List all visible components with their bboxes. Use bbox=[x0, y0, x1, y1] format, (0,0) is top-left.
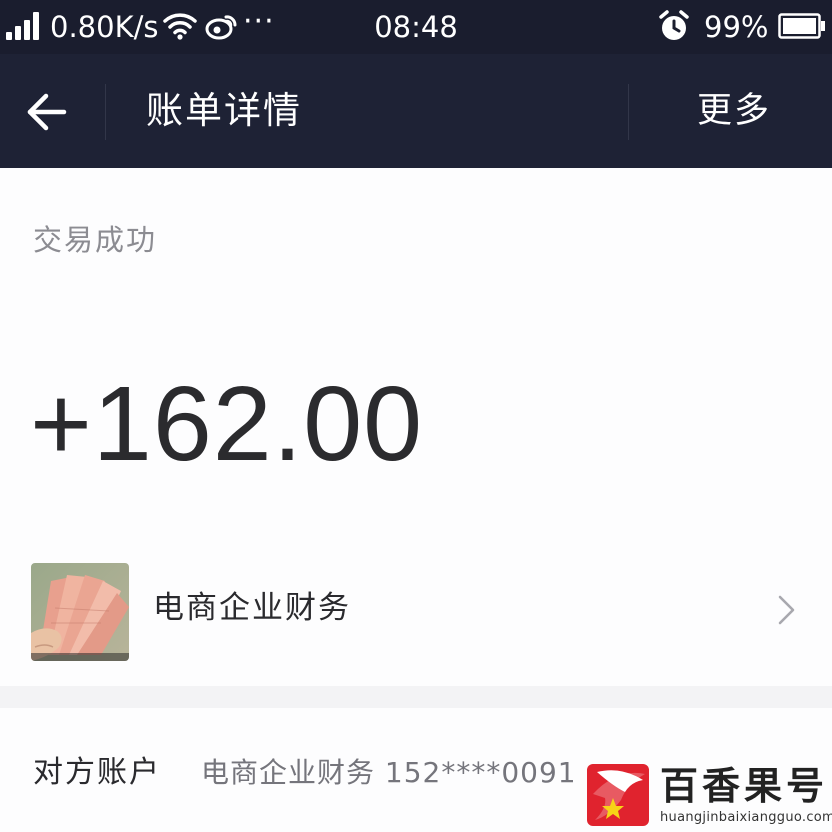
transaction-status: 交易成功 bbox=[33, 223, 158, 257]
transaction-summary-card: 交易成功 +162.00 电商企业财务 bbox=[0, 168, 832, 686]
transaction-amount: +162.00 bbox=[30, 365, 424, 483]
merchant-row[interactable]: 电商企业财务 bbox=[0, 553, 832, 663]
chevron-right-icon bbox=[775, 593, 799, 627]
nav-bar: 账单详情 更多 bbox=[0, 54, 832, 168]
battery-icon bbox=[778, 13, 826, 39]
merchant-avatar bbox=[31, 563, 129, 661]
counterparty-account-value: 电商企业财务 152****0091 bbox=[201, 756, 577, 789]
more-button[interactable]: 更多 bbox=[697, 86, 771, 136]
watermark-text: 百香果号 bbox=[660, 764, 829, 808]
counterparty-account-label: 对方账户 bbox=[33, 755, 161, 790]
alarm-icon bbox=[657, 9, 691, 43]
nav-divider bbox=[628, 84, 629, 140]
merchant-name: 电商企业财务 bbox=[153, 590, 351, 626]
nav-divider bbox=[105, 84, 106, 140]
bill-detail-page: 0.80K/s ··· 08:48 99% 账单详情 更多 交易成功 +162.… bbox=[0, 0, 832, 832]
watermark-url: huangjinbaixiangguo.com bbox=[660, 810, 832, 825]
page-title: 账单详情 bbox=[146, 89, 302, 132]
watermark-logo-icon bbox=[587, 764, 649, 826]
back-arrow-icon[interactable] bbox=[22, 86, 74, 138]
watermark: 百香果号 huangjinbaixiangguo.com bbox=[585, 760, 832, 832]
status-bar: 0.80K/s ··· 08:48 99% bbox=[0, 0, 832, 54]
battery-percent: 99% bbox=[704, 10, 769, 44]
